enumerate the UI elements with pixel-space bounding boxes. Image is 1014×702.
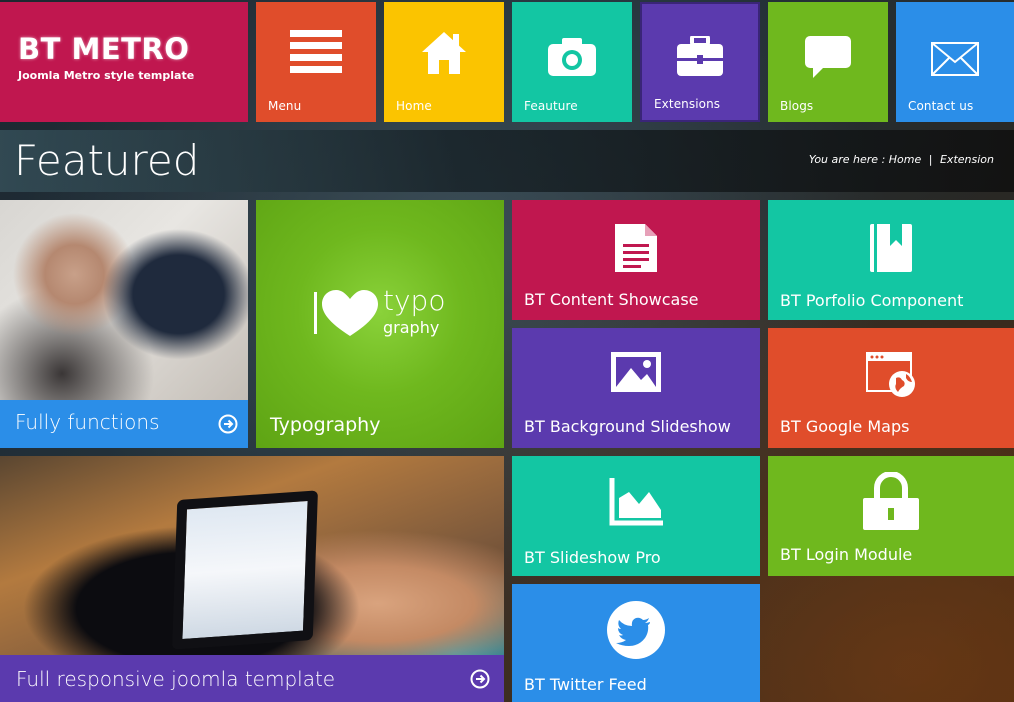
nav-label-menu: Menu (268, 99, 302, 113)
featured-header: Featured You are here : Home | Extension (0, 130, 1014, 192)
product-label-background-slideshow: BT Background Slideshow (524, 417, 731, 436)
fully-functions-label: Fully functions (15, 410, 160, 434)
brand-subtitle: Joomla Metro style template (18, 69, 195, 82)
area-chart-icon (512, 478, 760, 526)
product-label-google-maps: BT Google Maps (780, 417, 910, 436)
nav-tile-menu[interactable]: Menu (256, 2, 376, 122)
nav-label-home: Home (396, 99, 432, 113)
briefcase-icon (642, 36, 758, 76)
nav-tile-blogs[interactable]: Blogs (768, 2, 888, 122)
product-tile-twitter-feed[interactable]: BT Twitter Feed (512, 584, 760, 702)
arrow-right-circle-icon[interactable] (218, 414, 238, 434)
typography-art-top: typo (383, 284, 446, 317)
nav-tile-contact[interactable]: Contact us (896, 2, 1014, 122)
camera-icon (512, 38, 632, 76)
nav-label-extensions: Extensions (654, 97, 721, 111)
chat-bubble-icon (768, 36, 888, 78)
document-icon (512, 224, 760, 272)
product-tile-slideshow-pro[interactable]: BT Slideshow Pro (512, 456, 760, 576)
padlock-icon (768, 472, 1014, 530)
product-tile-login-module[interactable]: BT Login Module (768, 456, 1014, 576)
typography-tile[interactable]: typo graphy Typography (256, 200, 504, 448)
responsive-label: Full responsive joomla template (16, 667, 336, 691)
twitter-bird-icon (512, 600, 760, 660)
nav-label-blogs: Blogs (780, 99, 814, 113)
book-bookmark-icon (768, 224, 1014, 272)
product-tile-google-maps[interactable]: BT Google Maps (768, 328, 1014, 448)
picture-icon (512, 352, 760, 392)
brand-logo-tile[interactable]: BT METRO Joomla Metro style template (0, 2, 248, 122)
nav-tile-extensions[interactable]: Extensions (640, 2, 760, 122)
page-title: Featured (14, 136, 200, 185)
tablet-screen-image (172, 490, 318, 650)
nav-label-feature: Feauture (524, 99, 578, 113)
breadcrumb-current: Extension (939, 153, 994, 166)
responsive-caption[interactable]: Full responsive joomla template (0, 655, 504, 702)
arrow-right-circle-icon[interactable] (470, 669, 490, 689)
product-tile-background-slideshow[interactable]: BT Background Slideshow (512, 328, 760, 448)
product-tile-content-showcase[interactable]: BT Content Showcase (512, 200, 760, 320)
product-label-content-showcase: BT Content Showcase (524, 290, 699, 309)
breadcrumb: You are here : Home | Extension (807, 153, 996, 166)
globe-window-icon (768, 352, 1014, 398)
brand-title: BT METRO (18, 32, 190, 66)
home-icon (384, 30, 504, 76)
nav-tile-home[interactable]: Home (384, 2, 504, 122)
typography-label: Typography (270, 414, 381, 436)
breadcrumb-home[interactable]: You are here : Home (809, 153, 921, 166)
menu-lines-icon (256, 30, 376, 74)
fully-functions-caption: Fully functions (0, 400, 248, 448)
fully-functions-tile[interactable]: Fully functions (0, 200, 248, 448)
nav-tile-feature[interactable]: Feauture (512, 2, 632, 122)
nav-label-contact: Contact us (908, 99, 974, 113)
product-label-slideshow-pro: BT Slideshow Pro (524, 548, 661, 567)
product-label-login-module: BT Login Module (780, 545, 913, 564)
product-label-twitter-feed: BT Twitter Feed (524, 675, 647, 694)
breadcrumb-separator: | (928, 153, 933, 166)
product-label-portfolio: BT Porfolio Component (780, 291, 964, 310)
product-tile-portfolio[interactable]: BT Porfolio Component (768, 200, 1014, 320)
typography-art-bottom: graphy (383, 318, 440, 337)
envelope-icon (896, 42, 1014, 76)
